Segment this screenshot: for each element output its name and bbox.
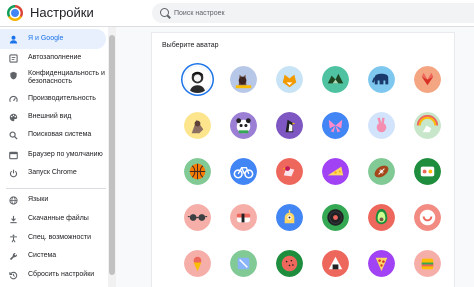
avatar-sunglasses[interactable]: [184, 204, 211, 231]
sidebar: Я и Google Автозаполнение Конфиденциальн…: [0, 27, 108, 287]
avatar-elephant[interactable]: [368, 66, 395, 93]
sidebar-item-label: Запуск Chrome: [28, 169, 77, 176]
sidebar-scrollbar[interactable]: [108, 27, 116, 287]
sidebar-item-label: Конфиденциальность и безопасность: [28, 70, 105, 85]
accessibility-icon: [10, 234, 17, 243]
avatar-unicorn[interactable]: [414, 112, 441, 139]
avatar-dragon[interactable]: [322, 66, 349, 93]
search-box[interactable]: [152, 3, 474, 23]
sidebar-item-label: Система: [28, 252, 57, 259]
avatar-monkey[interactable]: [184, 112, 211, 139]
avatar-basketball[interactable]: [184, 158, 211, 185]
sidebar-item-on-startup[interactable]: Запуск Chrome: [0, 165, 106, 181]
sidebar-item-label: Автозаполнение: [28, 54, 82, 61]
search-icon: [160, 8, 169, 17]
globe-icon: [9, 196, 18, 205]
download-icon: [10, 215, 17, 224]
shield-icon: [10, 71, 17, 80]
sidebar-item-privacy[interactable]: Конфиденциальность и безопасность: [0, 67, 106, 89]
avatar-panda[interactable]: [230, 112, 257, 139]
avatar-vinyl[interactable]: [322, 204, 349, 231]
sidebar-item-system[interactable]: Система: [0, 248, 106, 264]
avatar-pizza[interactable]: [368, 250, 395, 277]
header-bar: Настройки: [0, 0, 474, 27]
palette-icon: [9, 113, 18, 122]
search-icon: [9, 131, 18, 140]
person-icon: [9, 35, 18, 44]
history-icon: [9, 271, 18, 280]
autofill-icon: [9, 54, 18, 63]
sidebar-item-you-and-google[interactable]: Я и Google: [0, 29, 106, 49]
avatar-yellow-robot[interactable]: [276, 204, 303, 231]
avatar-bicycle[interactable]: [230, 158, 257, 185]
section-title: Выберите аватар: [162, 42, 219, 49]
sidebar-item-autofill[interactable]: Автозаполнение: [0, 50, 106, 66]
main-content: Выберите аватар: [116, 27, 474, 287]
avatar-sushi-plate[interactable]: [414, 158, 441, 185]
sidebar-item-label: Сбросить настройки: [28, 271, 95, 278]
avatar-ice-cream[interactable]: [184, 250, 211, 277]
power-icon: [9, 169, 18, 178]
sidebar-divider: [6, 188, 106, 189]
avatar-ice-cube[interactable]: [230, 250, 257, 277]
avatar-bird[interactable]: [276, 158, 303, 185]
sidebar-item-search-engine[interactable]: Поисковая система: [0, 127, 106, 143]
sidebar-item-label: Спец. возможности: [28, 234, 91, 241]
speed-icon: [9, 95, 18, 103]
browser-icon: [9, 151, 18, 160]
sidebar-item-label: Языки: [28, 196, 49, 203]
avatar-cheese[interactable]: [322, 158, 349, 185]
avatar-smiley[interactable]: [414, 204, 441, 231]
avatar-penguin[interactable]: [276, 112, 303, 139]
sidebar-item-performance[interactable]: Производительность: [0, 91, 106, 107]
sidebar-item-label: Поисковая система: [28, 131, 92, 138]
sidebar-item-label: Браузер по умолчанию: [28, 151, 103, 158]
sidebar-item-label: Внешний вид: [28, 113, 72, 120]
scrollbar-thumb[interactable]: [109, 35, 115, 275]
avatar-cat[interactable]: [230, 66, 257, 93]
avatar-watermelon[interactable]: [276, 250, 303, 277]
sidebar-item-default-browser[interactable]: Браузер по умолчанию: [0, 147, 106, 163]
avatar-avocado[interactable]: [368, 204, 395, 231]
wrench-icon: [9, 252, 18, 261]
avatar-sushi[interactable]: [230, 204, 257, 231]
avatar-butterfly[interactable]: [322, 112, 349, 139]
avatar-portrait[interactable]: [184, 66, 211, 93]
avatar-card: Выберите аватар: [152, 33, 454, 287]
sidebar-item-label: Я и Google: [28, 35, 64, 42]
chrome-logo-icon: [7, 5, 23, 21]
avatar-sandwich[interactable]: [414, 250, 441, 277]
sidebar-item-reset[interactable]: Сбросить настройки: [0, 267, 106, 283]
sidebar-item-label: Скачанные файлы: [28, 215, 89, 222]
sidebar-item-appearance[interactable]: Внешний вид: [0, 109, 106, 125]
avatar-onigiri[interactable]: [322, 250, 349, 277]
sidebar-item-accessibility[interactable]: Спец. возможности: [0, 230, 106, 246]
sidebar-item-languages[interactable]: Языки: [0, 192, 106, 208]
sidebar-item-label: Производительность: [28, 95, 96, 102]
page-title: Настройки: [30, 5, 94, 20]
avatar-rabbit[interactable]: [368, 112, 395, 139]
avatar-fox[interactable]: [276, 66, 303, 93]
sidebar-item-downloads[interactable]: Скачанные файлы: [0, 211, 106, 227]
search-input[interactable]: [174, 5, 464, 21]
avatar-origami-fox[interactable]: [414, 66, 441, 93]
avatar-football[interactable]: [368, 158, 395, 185]
